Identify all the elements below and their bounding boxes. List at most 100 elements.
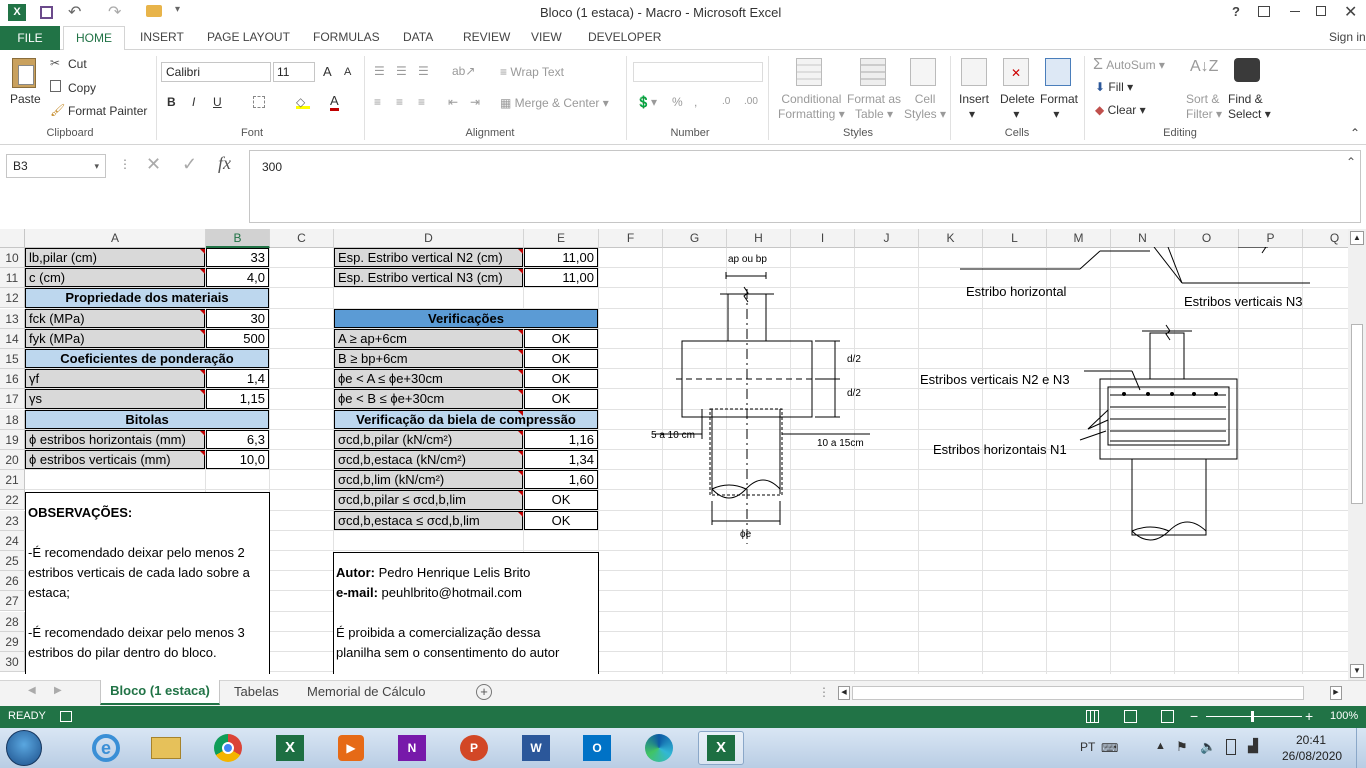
cell-e22[interactable]: OK [524,490,598,510]
sort-filter-icon[interactable]: A↓Z [1190,58,1218,76]
hscroll-left-icon[interactable]: ◀ [838,686,850,700]
undo-icon[interactable]: ↶ [68,2,81,22]
zoom-slider-thumb[interactable] [1251,711,1254,722]
increase-indent-icon[interactable]: ⇥ [470,95,480,109]
cell-a11[interactable]: c (cm) [25,268,205,288]
percent-button[interactable]: % [672,95,683,109]
sign-in-link[interactable]: Sign in [1329,30,1366,44]
tab-formulas[interactable]: FORMULAS [313,30,380,44]
bold-button[interactable]: B [167,95,176,109]
excel-logo-icon[interactable]: X [8,4,26,21]
fill-button[interactable]: ⬇ Fill ▾ [1095,80,1133,94]
page-layout-view-icon[interactable] [1124,710,1137,723]
comment-indicator-icon[interactable] [200,390,205,396]
minimize-icon[interactable] [1290,11,1300,12]
orientation-icon[interactable]: ab↗ [452,64,475,78]
cell-d21[interactable]: σcd,b,lim (kN/cm²) [334,470,523,490]
volume-icon[interactable]: 🔈 [1200,739,1216,755]
tab-view[interactable]: VIEW [531,30,562,44]
tab-developer[interactable]: DEVELOPER [588,30,661,44]
cell-a15[interactable]: Coeficientes de ponderação [25,349,269,369]
tab-review[interactable]: REVIEW [463,30,510,44]
row-header[interactable]: 17 [0,389,25,410]
powerpoint-icon[interactable]: P [451,731,497,765]
align-left-icon[interactable]: ≡ [374,95,381,109]
column-header-i[interactable]: I [791,229,855,248]
cell-a19[interactable]: ϕ estribos horizontais (mm) [25,429,205,449]
comment-indicator-icon[interactable] [518,269,523,275]
delete-cells-icon[interactable]: ✕ [1003,58,1029,86]
internet-explorer-icon[interactable]: e [83,731,129,765]
insert-function-button[interactable]: fx [218,153,231,174]
cell-d11[interactable]: Esp. Estribo vertical N3 (cm) [334,268,523,288]
column-header-l[interactable]: L [983,229,1047,248]
comment-indicator-icon[interactable] [200,329,205,335]
clear-button[interactable]: ◆ Clear ▾ [1095,103,1146,117]
sheet-tab[interactable]: Memorial de Cálculo [307,684,426,699]
row-header[interactable]: 14 [0,328,25,349]
delete-cells-button[interactable]: Delete ▾ [1000,92,1035,122]
cell-d15[interactable]: B ≥ bp+6cm [334,349,523,369]
column-header-e[interactable]: E [524,229,599,248]
select-all-corner[interactable] [0,229,25,248]
cell-b13[interactable]: 30 [206,308,269,328]
comment-indicator-icon[interactable] [200,249,205,254]
comment-indicator-icon[interactable] [518,471,523,477]
word-icon[interactable]: W [513,731,559,765]
cell-a17[interactable]: γs [25,389,205,409]
cell-e11[interactable]: 11,00 [524,268,598,288]
format-cells-icon[interactable] [1045,58,1071,86]
cell-b19[interactable]: 6,3 [206,429,269,449]
redo-icon[interactable]: ↷ [108,2,121,22]
cell-e14[interactable]: OK [524,328,598,348]
vertical-scrollbar[interactable]: ▲ ▼ [1348,229,1366,680]
normal-view-icon[interactable] [1086,710,1099,723]
sheet-tab-active[interactable]: Bloco (1 estaca) [100,680,220,705]
cell-a18[interactable]: Bitolas [25,409,269,429]
comment-indicator-icon[interactable] [518,329,523,335]
sort-filter-button[interactable]: Sort & Filter ▾ [1186,92,1222,122]
row-header[interactable]: 15 [0,349,25,369]
row-header[interactable]: 22 [0,490,25,511]
row-header[interactable]: 26 [0,571,25,592]
comment-indicator-icon[interactable] [518,390,523,396]
column-header-j[interactable]: J [855,229,919,248]
cell-e21[interactable]: 1,60 [524,470,598,490]
cut-button[interactable]: Cut [68,57,87,71]
row-header[interactable]: 29 [0,631,25,652]
cell-d17[interactable]: ϕe < B ≤ ϕe+30cm [334,389,523,409]
worksheet-grid[interactable]: ABCDEFGHIJKLMNOPQ 10 11 12 13 14 15 16 17 18 19 20… [0,229,1348,674]
onenote-icon[interactable]: N [389,731,435,765]
cell-styles-icon[interactable] [910,58,936,86]
format-as-table-button[interactable]: Format as Table ▾ [847,92,901,122]
zoom-slider[interactable] [1206,716,1302,717]
ribbon-display-icon[interactable] [1258,6,1270,17]
row-header[interactable]: 10 [0,248,25,268]
column-header-p[interactable]: P [1239,229,1303,248]
column-header-h[interactable]: H [727,229,791,248]
column-header-b[interactable]: B [206,229,270,248]
reinforcement-drawing[interactable]: Estribo horizontal Estribos verticais N3… [910,247,1330,557]
cell-b16[interactable]: 1,4 [206,369,269,389]
clock-date[interactable]: 26/08/2020 [1282,749,1342,763]
cell-d19[interactable]: σcd,b,pilar (kN/cm²) [334,429,523,449]
show-desktop-button[interactable] [1356,728,1366,768]
hscroll-right-icon[interactable]: ▶ [1330,686,1342,700]
power-icon[interactable] [1226,739,1236,755]
column-header-g[interactable]: G [663,229,727,248]
shrink-font-button[interactable]: A [344,66,351,78]
cell-d10[interactable]: Esp. Estribo vertical N2 (cm) [334,248,523,268]
tab-home[interactable]: HOME [63,26,125,51]
wrap-text-button[interactable]: ≡ Wrap Text [500,65,564,79]
customize-qat-icon[interactable]: ▾ [175,4,180,15]
cell-a14[interactable]: fyk (MPa) [25,328,205,348]
cell-a13[interactable]: fck (MPa) [25,308,205,328]
comment-indicator-icon[interactable] [200,430,205,436]
sheet-tab[interactable]: Tabelas [234,684,279,699]
cell-b17[interactable]: 1,15 [206,389,269,409]
insert-cells-icon[interactable] [961,58,987,86]
cell-a12[interactable]: Propriedade dos materiais [25,288,269,308]
currency-icon[interactable]: 💲▾ [636,95,657,109]
comma-icon[interactable]: , [694,95,697,109]
align-top-icon[interactable]: ☰ [374,64,385,78]
